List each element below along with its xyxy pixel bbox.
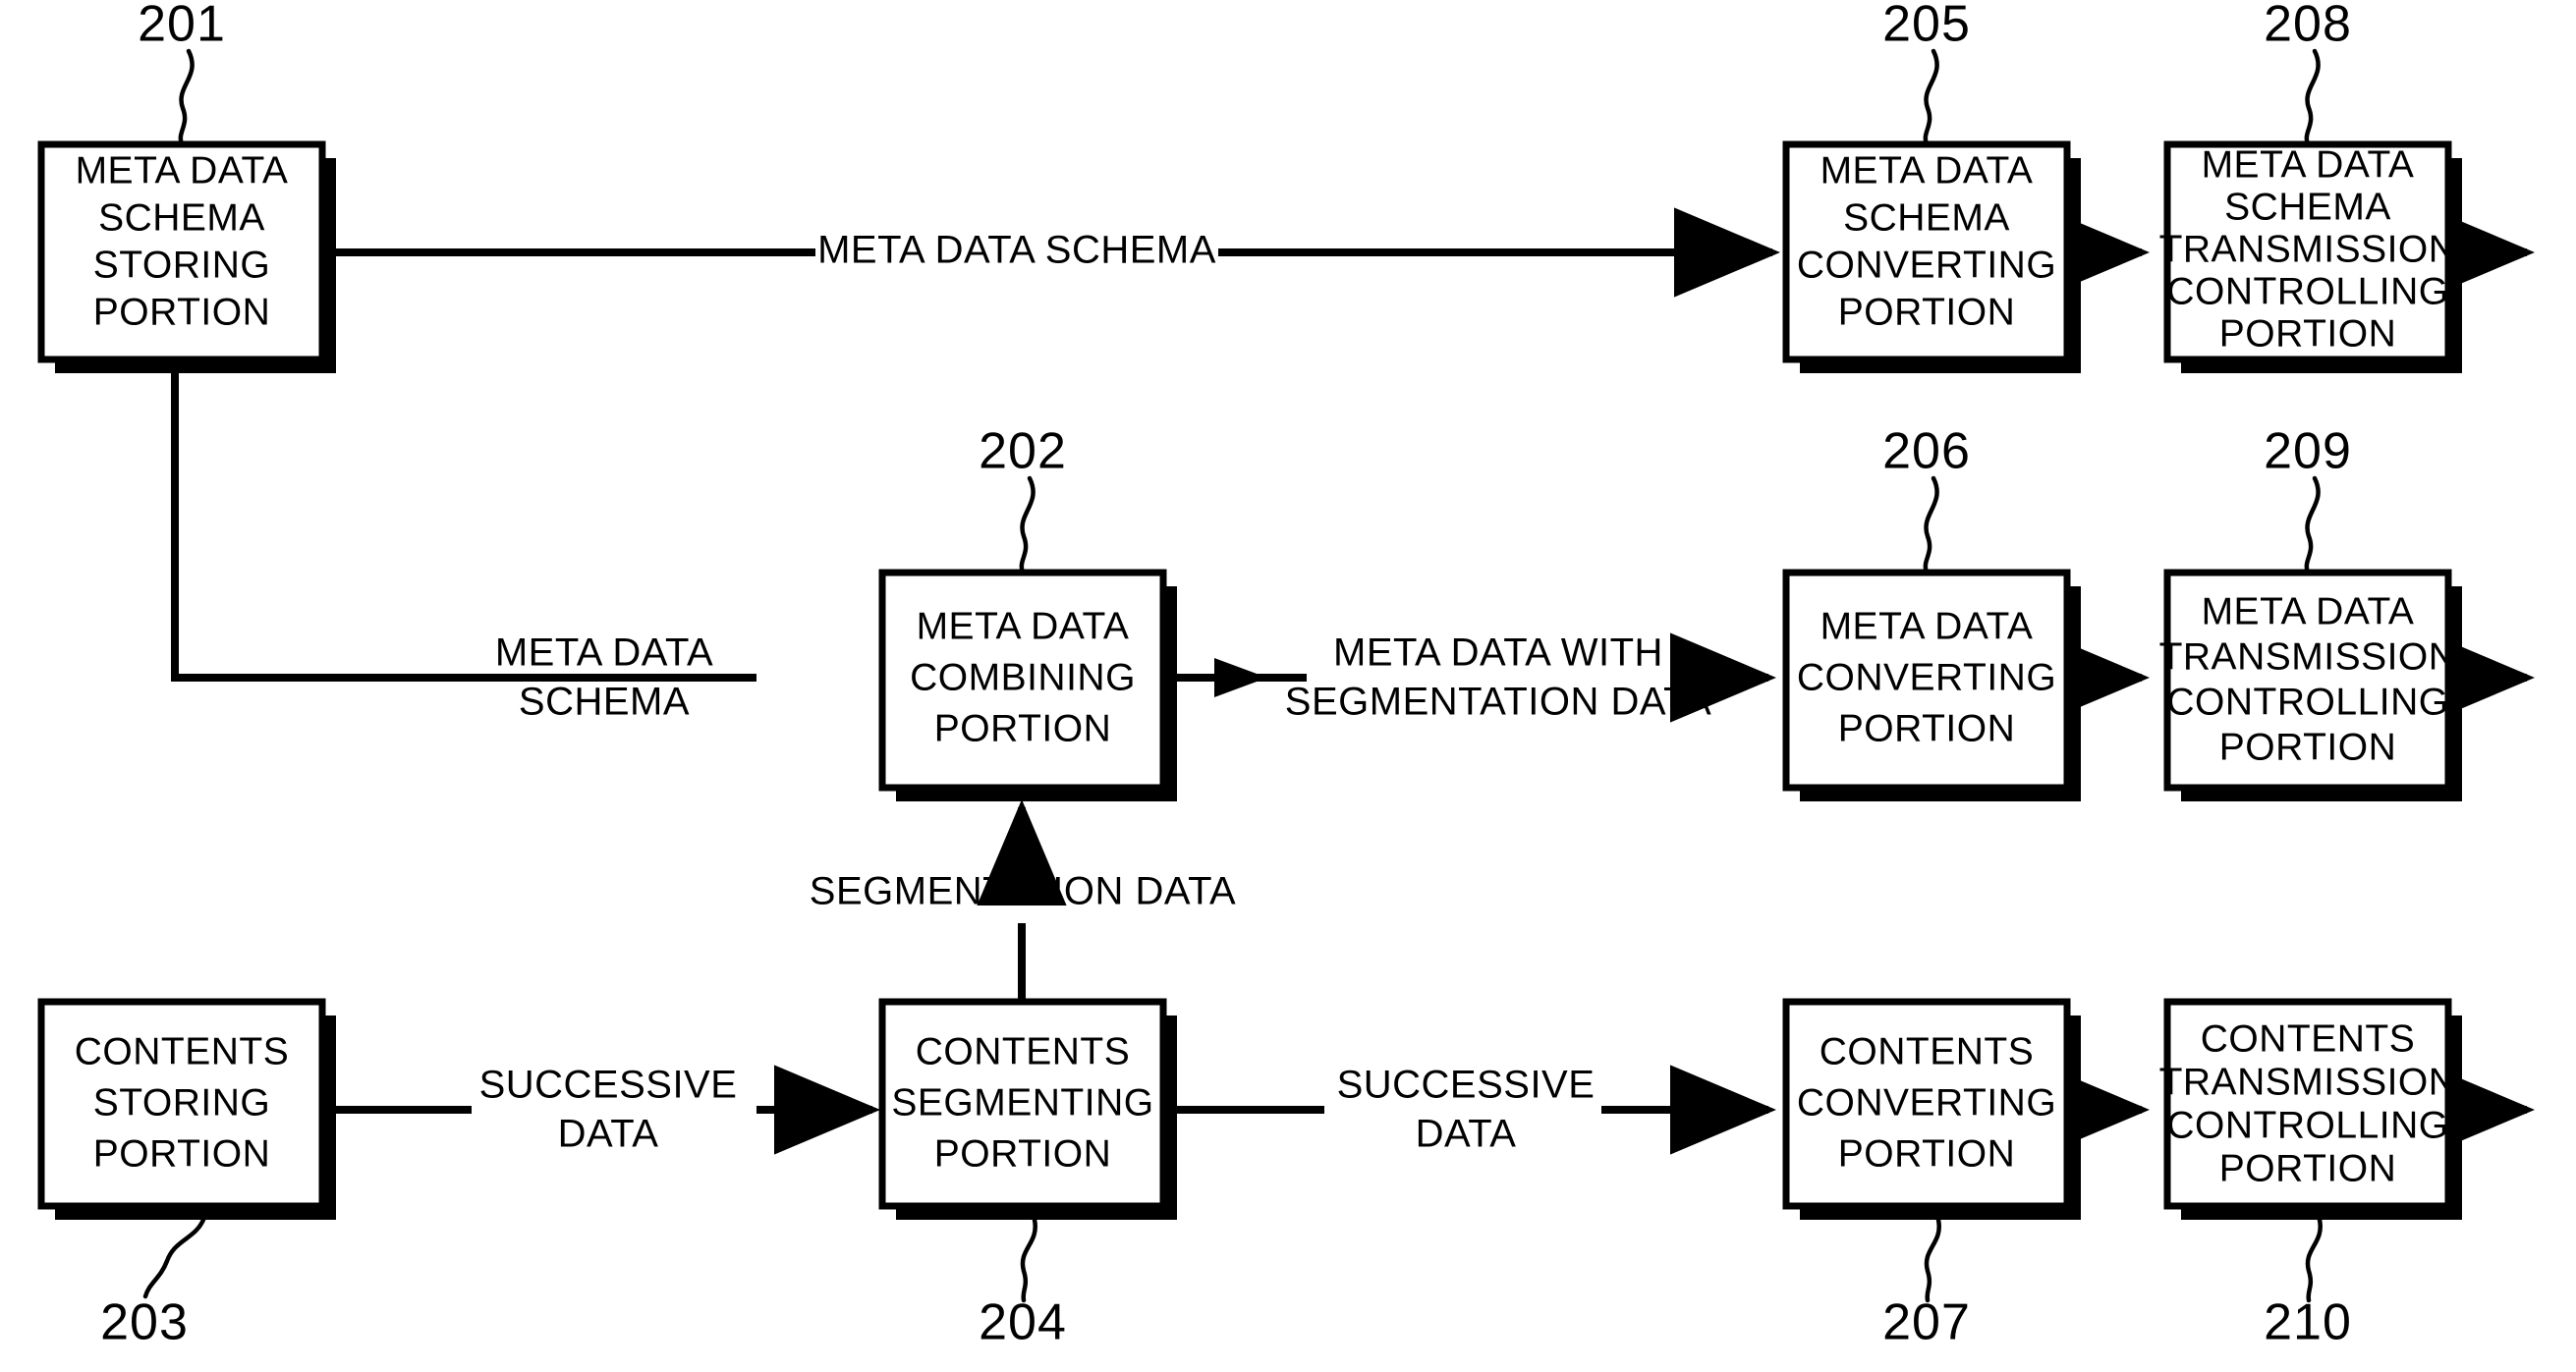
block-203-line-0: CONTENTS — [75, 1030, 290, 1072]
ref-number-203: 203 — [100, 1294, 189, 1351]
block-205-line-1: SCHEMA — [1843, 196, 2010, 239]
edge-label-top-meta-data-schema: META DATA SCHEMA — [817, 229, 1216, 272]
block-206[interactable]: META DATA CONVERTING PORTION 206 — [1782, 423, 2081, 801]
block-204[interactable]: CONTENTS SEGMENTING PORTION 204 — [878, 998, 1177, 1351]
block-208-line-3: CONTROLLING — [2166, 270, 2448, 312]
block-201-line-0: META DATA — [76, 149, 289, 192]
edge-label-successive-left-line1: SUCCESSIVE — [479, 1064, 738, 1107]
leader-204 — [1020, 1217, 1037, 1303]
block-207[interactable]: CONTENTS CONVERTING PORTION 207 — [1782, 998, 2081, 1351]
leader-210 — [2305, 1217, 2323, 1303]
block-207-line-0: CONTENTS — [1820, 1030, 2035, 1072]
ref-number-201: 201 — [138, 0, 226, 53]
leader-207 — [1924, 1217, 1941, 1303]
block-202-line-0: META DATA — [917, 605, 1130, 647]
block-201-line-1: SCHEMA — [98, 196, 265, 239]
edge-label-successive-right-line2: DATA — [1416, 1113, 1517, 1156]
leader-209 — [2304, 475, 2321, 576]
block-209[interactable]: META DATA TRANSMISSION CONTROLLING PORTI… — [2159, 423, 2462, 801]
block-204-line-0: CONTENTS — [916, 1030, 1131, 1072]
block-207-line-2: PORTION — [1838, 1132, 2015, 1175]
block-204-line-2: PORTION — [934, 1132, 1111, 1175]
ref-number-202: 202 — [979, 423, 1067, 480]
edge-label-segmentation-data: SEGMENTATION DATA — [810, 870, 1236, 913]
block-208-line-1: SCHEMA — [2224, 186, 2391, 228]
leader-202 — [1019, 475, 1036, 576]
block-205[interactable]: META DATA SCHEMA CONVERTING PORTION 205 — [1782, 0, 2081, 373]
edge-201-branch-down — [171, 373, 458, 682]
ref-number-205: 205 — [1882, 0, 1971, 53]
block-201-line-2: STORING — [93, 244, 270, 286]
ref-number-210: 210 — [2264, 1294, 2352, 1351]
edge-label-mid-schema-line2: SCHEMA — [519, 681, 690, 724]
block-202[interactable]: META DATA COMBINING PORTION 202 — [878, 423, 1177, 801]
patent-figure: META DATA SCHEMA STORING PORTION 201 MET… — [0, 0, 2576, 1372]
edge-label-successive-left-line2: DATA — [558, 1113, 659, 1156]
block-204-line-1: SEGMENTING — [891, 1081, 1153, 1124]
edge-label-meta-with-seg-line1: META DATA WITH — [1333, 631, 1663, 675]
block-206-line-1: CONVERTING — [1797, 656, 2056, 698]
block-208-line-0: META DATA — [2202, 143, 2415, 186]
block-210[interactable]: CONTENTS TRANSMISSION CONTROLLING PORTIO… — [2159, 998, 2462, 1351]
ref-number-204: 204 — [979, 1294, 1067, 1351]
leader-208 — [2304, 48, 2321, 147]
block-203-line-2: PORTION — [93, 1132, 270, 1175]
block-210-line-0: CONTENTS — [2201, 1017, 2416, 1060]
block-207-line-1: CONVERTING — [1797, 1081, 2056, 1124]
block-205-line-2: CONVERTING — [1797, 244, 2056, 286]
leader-206 — [1923, 475, 1939, 576]
leader-201 — [178, 48, 195, 147]
edge-label-successive-right-line1: SUCCESSIVE — [1337, 1064, 1596, 1107]
block-205-line-3: PORTION — [1838, 291, 2015, 333]
leader-203 — [142, 1217, 206, 1299]
block-210-line-2: CONTROLLING — [2166, 1104, 2448, 1146]
ref-number-208: 208 — [2264, 0, 2352, 53]
edge-label-mid-schema-line1: META DATA — [495, 631, 713, 675]
block-209-line-3: PORTION — [2219, 726, 2396, 768]
block-205-line-0: META DATA — [1820, 149, 2034, 192]
block-209-line-2: CONTROLLING — [2166, 681, 2448, 723]
ref-number-209: 209 — [2264, 423, 2352, 480]
block-203-line-1: STORING — [93, 1081, 270, 1124]
edge-label-meta-with-seg-line2: SEGMENTATION DATA — [1285, 681, 1711, 724]
block-206-line-0: META DATA — [1820, 605, 2034, 647]
leader-205 — [1923, 48, 1939, 147]
block-208-line-2: TRANSMISSION — [2159, 228, 2457, 270]
block-206-line-2: PORTION — [1838, 707, 2015, 749]
ref-number-206: 206 — [1882, 423, 1971, 480]
block-210-line-3: PORTION — [2219, 1147, 2396, 1189]
block-210-line-1: TRANSMISSION — [2159, 1061, 2457, 1103]
block-202-line-1: COMBINING — [910, 656, 1136, 698]
block-208-line-4: PORTION — [2219, 312, 2396, 355]
block-208[interactable]: META DATA SCHEMA TRANSMISSION CONTROLLIN… — [2159, 0, 2462, 373]
block-209-line-1: TRANSMISSION — [2159, 635, 2457, 678]
block-201-line-3: PORTION — [93, 291, 270, 333]
block-203[interactable]: CONTENTS STORING PORTION 203 — [37, 998, 336, 1351]
ref-number-207: 207 — [1882, 1294, 1971, 1351]
block-201[interactable]: META DATA SCHEMA STORING PORTION 201 — [37, 0, 336, 373]
block-209-line-0: META DATA — [2202, 590, 2415, 632]
diagram-canvas: META DATA SCHEMA STORING PORTION 201 MET… — [37, 0, 2535, 1351]
block-202-line-2: PORTION — [934, 707, 1111, 749]
